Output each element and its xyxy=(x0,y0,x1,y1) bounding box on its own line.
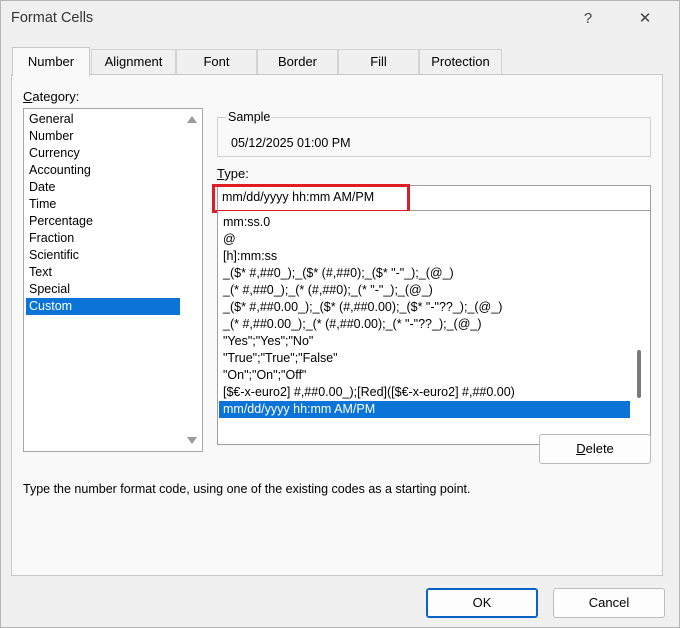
format-code-item[interactable]: "True";"True";"False" xyxy=(219,350,630,367)
window-title: Format Cells xyxy=(11,10,94,26)
close-button[interactable]: ✕ xyxy=(630,6,660,32)
tab-font[interactable]: Font xyxy=(176,49,257,74)
instruction-text: Type the number format code, using one o… xyxy=(23,482,471,496)
category-scrollbar[interactable] xyxy=(182,109,202,451)
category-label: Category: xyxy=(23,89,80,104)
format-code-list[interactable]: mm:ss.0 @ [h]:mm:ss _($* #,##0_);_($* (#… xyxy=(217,211,651,445)
format-code-item[interactable]: [h]:mm:ss xyxy=(219,248,630,265)
sample-value: 05/12/2025 01:00 PM xyxy=(231,136,351,150)
category-list[interactable]: General Number Currency Accounting Date … xyxy=(23,108,203,452)
tab-protection[interactable]: Protection xyxy=(419,49,502,74)
category-item-percentage[interactable]: Percentage xyxy=(26,213,180,230)
tab-border[interactable]: Border xyxy=(257,49,338,74)
type-label: Type: xyxy=(217,166,249,181)
category-item-accounting[interactable]: Accounting xyxy=(26,162,180,179)
format-code-item[interactable]: @ xyxy=(219,231,630,248)
format-code-item[interactable]: "Yes";"Yes";"No" xyxy=(219,333,630,350)
category-item-currency[interactable]: Currency xyxy=(26,145,180,162)
tab-number[interactable]: Number xyxy=(12,47,90,76)
category-item-text[interactable]: Text xyxy=(26,264,180,281)
format-code-item[interactable]: _($* #,##0.00_);_($* (#,##0.00);_($* "-"… xyxy=(219,299,630,316)
format-code-item[interactable]: "On";"On";"Off" xyxy=(219,367,630,384)
format-code-item[interactable]: _(* #,##0_);_(* (#,##0);_(* "-"_);_(@_) xyxy=(219,282,630,299)
category-item-general[interactable]: General xyxy=(26,111,180,128)
category-item-custom[interactable]: Custom xyxy=(26,298,180,315)
sample-label: Sample xyxy=(226,110,273,124)
type-input-highlight xyxy=(212,184,410,213)
format-code-item[interactable]: [$€-x-euro2] #,##0.00_);[Red]([$€-x-euro… xyxy=(219,384,630,401)
category-item-number[interactable]: Number xyxy=(26,128,180,145)
category-item-fraction[interactable]: Fraction xyxy=(26,230,180,247)
tab-alignment[interactable]: Alignment xyxy=(91,49,176,74)
delete-button[interactable]: Delete xyxy=(539,434,651,464)
format-code-item[interactable]: mm:ss.0 xyxy=(219,214,630,231)
format-code-item[interactable]: _(* #,##0.00_);_(* (#,##0.00);_(* "-"??_… xyxy=(219,316,630,333)
category-item-special[interactable]: Special xyxy=(26,281,180,298)
tab-fill[interactable]: Fill xyxy=(338,49,419,74)
format-code-item[interactable]: _($* #,##0_);_($* (#,##0);_($* "-"_);_(@… xyxy=(219,265,630,282)
category-item-scientific[interactable]: Scientific xyxy=(26,247,180,264)
category-item-time[interactable]: Time xyxy=(26,196,180,213)
scroll-up-icon[interactable] xyxy=(187,116,197,123)
ok-button[interactable]: OK xyxy=(426,588,538,618)
format-list-scroll-thumb[interactable] xyxy=(637,350,641,398)
category-item-date[interactable]: Date xyxy=(26,179,180,196)
format-code-item-selected[interactable]: mm/dd/yyyy hh:mm AM/PM xyxy=(219,401,630,418)
cancel-button[interactable]: Cancel xyxy=(553,588,665,618)
help-button[interactable]: ? xyxy=(578,7,598,31)
scroll-down-icon[interactable] xyxy=(187,437,197,444)
